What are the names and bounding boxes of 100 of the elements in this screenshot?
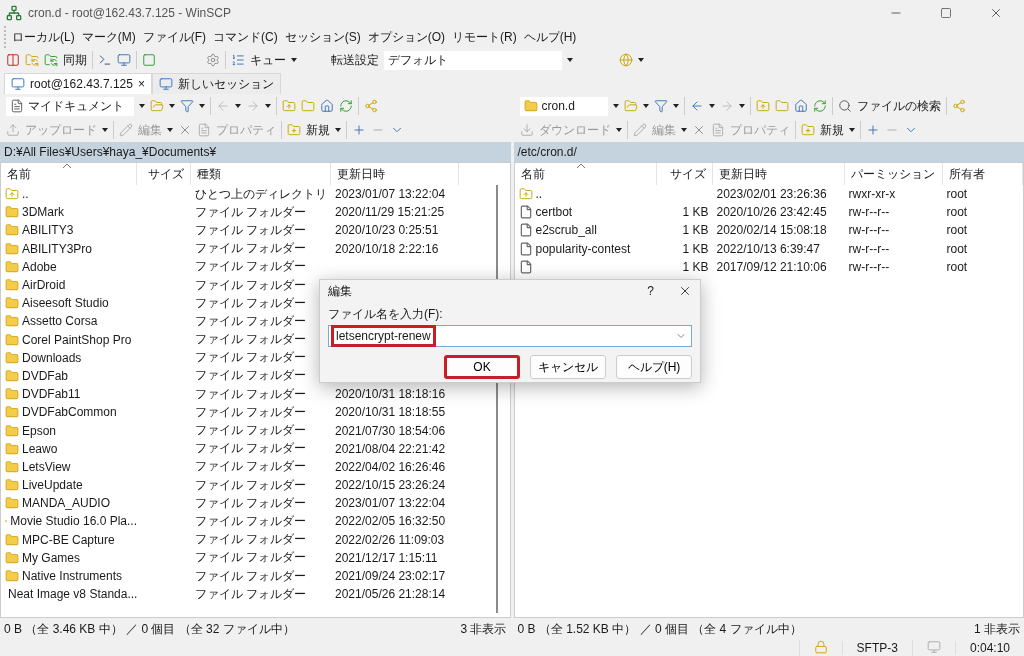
globe-icon[interactable] [619, 53, 633, 67]
column-header[interactable]: 名前 [1, 163, 137, 185]
menu-item[interactable]: リモート(R) [452, 28, 517, 46]
window-icon[interactable] [142, 53, 156, 67]
file-name[interactable]: My Games [22, 550, 80, 565]
file-name[interactable]: Assetto Corsa [22, 314, 98, 329]
menu-item[interactable]: ファイル(F) [142, 28, 206, 46]
close-icon[interactable] [989, 6, 1003, 20]
file-name[interactable]: MPC-BE Capture [22, 532, 115, 547]
column-header[interactable]: 名前 [514, 163, 657, 185]
file-name[interactable]: popularity-contest [535, 241, 631, 256]
home-icon[interactable] [320, 99, 334, 113]
session-tab[interactable]: root@162.43.7.125 × [4, 73, 152, 94]
dropdown-caret-icon[interactable] [139, 104, 145, 108]
plus-icon[interactable] [865, 123, 880, 137]
dropdown-caret-icon[interactable] [235, 104, 241, 108]
menu-item[interactable]: コマンド(C) [213, 28, 278, 46]
file-name[interactable]: Aiseesoft Studio [22, 296, 109, 311]
folder-sync-icon[interactable] [44, 53, 58, 67]
folder-sync-icon[interactable] [25, 53, 39, 67]
close-icon[interactable] [678, 284, 692, 298]
column-header[interactable]: サイズ [656, 163, 713, 185]
new-button[interactable]: 新規 [819, 121, 844, 139]
dropdown-caret-icon[interactable] [708, 104, 715, 108]
file-name[interactable]: .. [22, 187, 29, 202]
edit-icon[interactable] [119, 123, 133, 137]
transfer-settings-dropdown[interactable]: デフォルト [384, 50, 562, 70]
menu-item[interactable]: セッション(S) [284, 28, 361, 46]
find-files-button[interactable]: ファイルの検索 [856, 97, 941, 115]
dropdown-caret-icon[interactable] [567, 58, 573, 62]
upload-icon[interactable] [6, 123, 20, 137]
file-name[interactable]: ABILITY3 [22, 223, 74, 238]
dropdown-caret-icon[interactable] [638, 58, 644, 62]
refresh-icon[interactable] [812, 99, 827, 113]
file-name[interactable]: Downloads [22, 350, 82, 365]
session-tab[interactable]: 新しいセッション [151, 73, 281, 94]
file-name[interactable]: LetsView [22, 459, 71, 474]
dialog-button[interactable]: ヘルプ(H) [616, 355, 692, 379]
parent-folder-icon[interactable] [282, 99, 296, 113]
file-name[interactable]: AirDroid [22, 278, 66, 293]
new-button[interactable]: 新規 [306, 121, 330, 139]
dropdown-caret-icon[interactable] [335, 128, 341, 132]
dropdown-caret-icon[interactable] [672, 104, 679, 108]
column-header[interactable]: 更新日時 [331, 163, 459, 185]
menu-item[interactable]: ローカル(L) [12, 28, 75, 46]
file-name[interactable]: Epson [22, 423, 57, 438]
delete-icon[interactable] [178, 123, 192, 137]
settings-icon[interactable] [206, 53, 220, 67]
column-header[interactable]: 所有者 [942, 163, 1023, 185]
search-icon[interactable] [837, 99, 852, 113]
file-name[interactable]: ABILITY3Pro [22, 241, 93, 256]
file-name[interactable]: Leawo [22, 441, 58, 456]
file-name[interactable]: e2scrub_all [535, 223, 597, 238]
menu-item[interactable]: ヘルプ(H) [523, 28, 577, 46]
dropdown-caret-icon[interactable] [642, 104, 649, 108]
file-name[interactable]: Native Instruments [22, 569, 123, 584]
file-name[interactable]: .. [535, 187, 543, 202]
file-name[interactable]: DVDFab [22, 368, 68, 383]
file-name[interactable]: Corel PaintShop Pro [22, 332, 132, 347]
document-icon[interactable] [10, 99, 24, 113]
new-folder-icon[interactable] [800, 123, 815, 137]
properties-icon[interactable] [197, 123, 211, 137]
monitor-icon[interactable] [11, 77, 25, 91]
edit-icon[interactable] [632, 123, 647, 137]
new-folder-icon[interactable] [287, 123, 301, 137]
dropdown-caret-icon[interactable] [680, 128, 687, 132]
file-name[interactable]: DVDFab11 [22, 387, 81, 402]
plus-icon[interactable] [352, 123, 366, 137]
location-dropdown[interactable]: cron.d [519, 96, 608, 116]
dropdown-caret-icon[interactable] [169, 104, 175, 108]
dialog-button[interactable]: キャンセル [530, 355, 606, 379]
menu-item[interactable]: オプション(O) [367, 28, 445, 46]
parent-folder-icon[interactable] [755, 99, 770, 113]
dropdown-caret-icon[interactable] [615, 128, 622, 132]
maximize-icon[interactable] [940, 7, 952, 19]
dropdown-caret-icon[interactable] [265, 104, 271, 108]
dropdown-caret-icon[interactable] [102, 128, 108, 132]
dropdown-caret-icon[interactable] [848, 128, 855, 132]
monitor-icon[interactable] [158, 77, 173, 91]
download-icon[interactable] [519, 123, 534, 137]
column-header[interactable]: サイズ [137, 163, 191, 185]
compare-icon[interactable] [6, 53, 20, 67]
file-name[interactable]: 3DMark [22, 205, 64, 220]
parent-folder-icon[interactable] [518, 187, 533, 202]
file-name[interactable]: LiveUpdate [22, 478, 83, 493]
file-name[interactable]: MANDA_AUDIO [22, 496, 110, 511]
queue-button[interactable]: キュー [250, 51, 286, 69]
location-dropdown[interactable]: マイドキュメント [6, 96, 134, 116]
help-mark[interactable]: ? [647, 284, 654, 298]
queue-icon[interactable] [231, 53, 245, 67]
dialog-button[interactable]: OK [444, 355, 520, 379]
terminal-icon[interactable] [98, 53, 112, 67]
filename-field[interactable]: letsencrypt-renew [328, 325, 692, 347]
forward-icon[interactable] [246, 99, 260, 113]
back-icon[interactable] [216, 99, 230, 113]
dropdown-caret-icon[interactable] [167, 128, 173, 132]
parent-folder-icon[interactable] [5, 187, 19, 202]
column-header[interactable]: パーミッション [844, 163, 943, 185]
column-header[interactable]: 更新日時 [712, 163, 845, 185]
file-name[interactable]: DVDFabCommon [22, 405, 117, 420]
